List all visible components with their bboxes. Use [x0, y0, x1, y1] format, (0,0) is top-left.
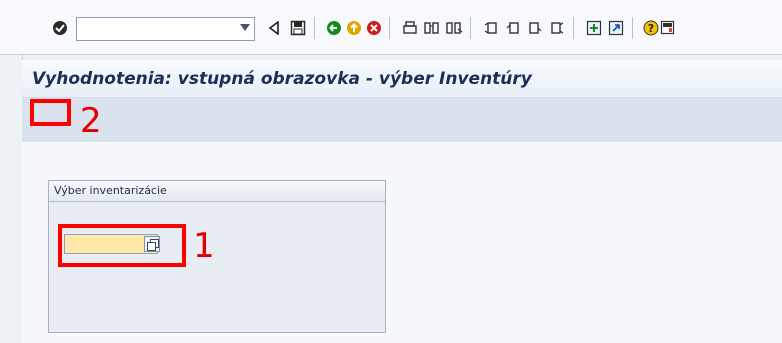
- layout-icon[interactable]: [657, 17, 679, 39]
- command-field[interactable]: [76, 17, 255, 41]
- annotation-label-2: 2: [80, 101, 102, 141]
- dropdown-arrow-icon[interactable]: [240, 24, 250, 31]
- svg-text:?: ?: [648, 22, 654, 35]
- next-page-icon[interactable]: [524, 17, 546, 39]
- last-page-icon[interactable]: [546, 17, 568, 39]
- shortcut-icon[interactable]: [605, 17, 627, 39]
- annotation-box-1: [58, 224, 186, 267]
- system-toolbar: ?: [0, 0, 782, 55]
- toolbar-separator: [389, 17, 390, 39]
- print-icon[interactable]: [399, 17, 421, 39]
- back-icon[interactable]: [263, 17, 285, 39]
- toolbar-separator: [470, 17, 471, 39]
- toolbar-separator: [632, 17, 633, 39]
- group-title: Výber inventarizácie: [49, 181, 385, 202]
- application-toolbar: [22, 98, 782, 142]
- find-next-icon[interactable]: [443, 17, 465, 39]
- nav-back-icon[interactable]: [323, 17, 345, 39]
- prev-page-icon[interactable]: [502, 17, 524, 39]
- toolbar-separator: [314, 17, 315, 39]
- page-title: Vyhodnotenia: vstupná obrazovka - výber …: [32, 69, 532, 89]
- first-page-icon[interactable]: [480, 17, 502, 39]
- check-icon[interactable]: [49, 17, 71, 39]
- title-bar: Vyhodnotenia: vstupná obrazovka - výber …: [22, 60, 782, 98]
- find-icon[interactable]: [421, 17, 443, 39]
- annotation-label-1: 1: [193, 226, 215, 266]
- save-icon[interactable]: [287, 17, 309, 39]
- exit-icon[interactable]: [343, 17, 365, 39]
- annotation-box-2: [30, 99, 71, 126]
- cancel-icon[interactable]: [363, 17, 385, 39]
- new-session-icon[interactable]: [583, 17, 605, 39]
- toolbar-separator: [573, 17, 574, 39]
